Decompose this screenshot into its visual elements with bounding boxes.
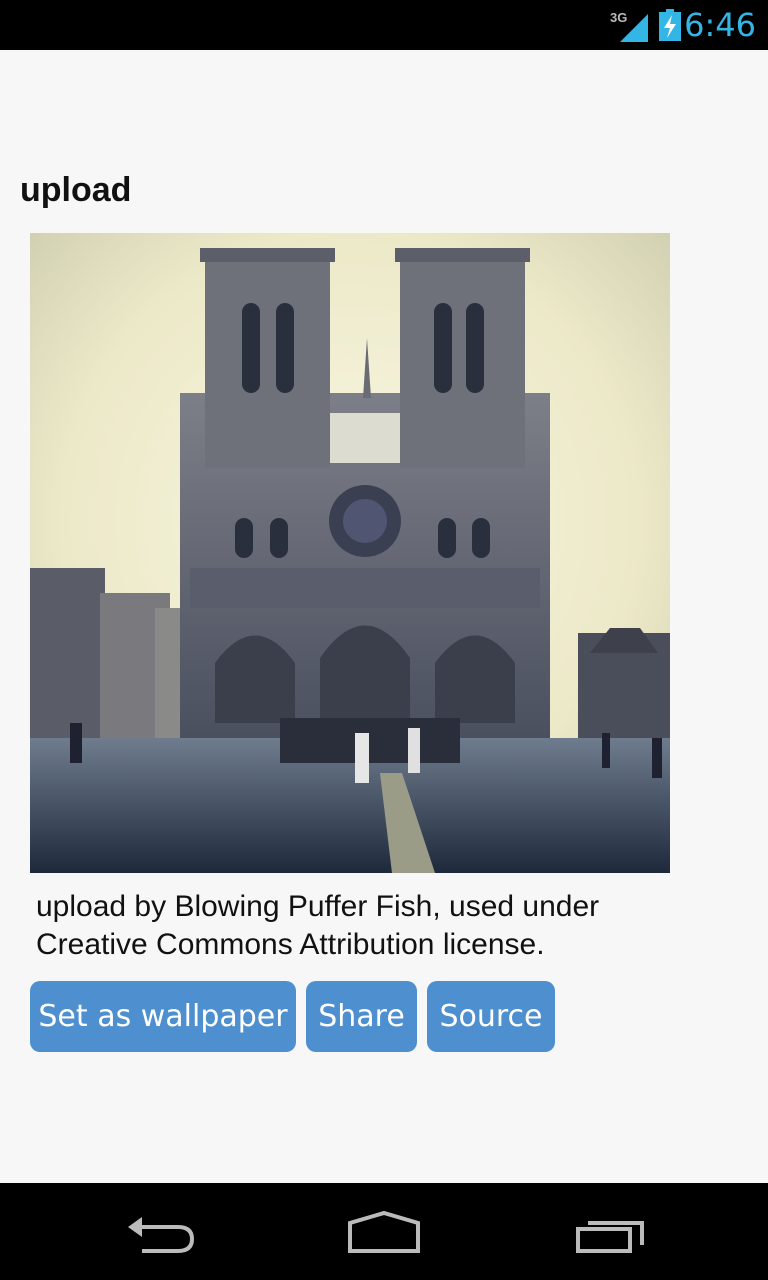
set-as-wallpaper-button[interactable]: Set as wallpaper [30, 981, 296, 1052]
cathedral-photo [30, 233, 670, 873]
battery-charging-icon [659, 9, 681, 41]
recents-icon[interactable] [570, 1203, 650, 1259]
page-title: upload [20, 171, 132, 209]
network-type-label: 3G [610, 10, 627, 25]
share-button[interactable]: Share [306, 981, 417, 1052]
source-button[interactable]: Source [427, 981, 555, 1052]
image-attribution-caption: upload by Blowing Puffer Fish, used unde… [36, 890, 600, 961]
home-icon[interactable] [344, 1203, 424, 1259]
status-bar: 3G 6:46 [0, 0, 768, 50]
navigation-bar [0, 1183, 768, 1280]
signal-3g-icon: 3G [610, 10, 648, 42]
back-icon[interactable] [120, 1203, 200, 1259]
wallpaper-image [30, 233, 670, 873]
status-clock: 6:46 [684, 6, 756, 44]
